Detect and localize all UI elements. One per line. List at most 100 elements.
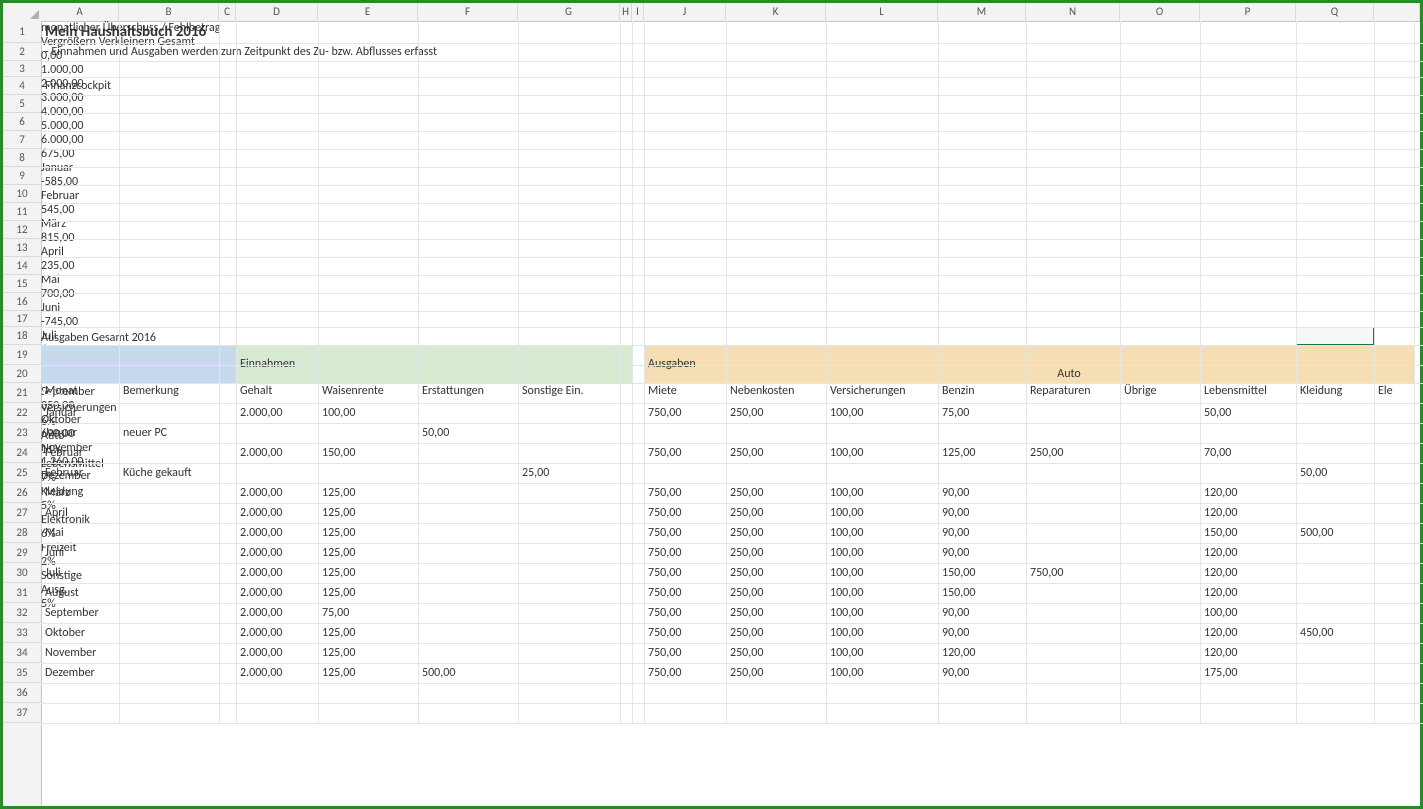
table-cell[interactable]: 90,00 (938, 523, 1026, 543)
table-cell[interactable]: 2.000,00 (236, 503, 318, 523)
table-cell[interactable]: 2.000,00 (236, 483, 318, 503)
table-cell[interactable]: 125,00 (318, 663, 418, 683)
table-cell[interactable]: 125,00 (318, 643, 418, 663)
table-cell[interactable]: Juni (41, 543, 119, 563)
table-cell[interactable]: Januar (41, 403, 119, 423)
col-header-N[interactable]: N (1026, 3, 1120, 21)
table-cell[interactable]: 100,00 (826, 603, 938, 623)
table-cell[interactable]: 150,00 (318, 443, 418, 463)
row-header-15[interactable]: 15 (3, 275, 41, 293)
table-header-monat[interactable]: Monat (41, 383, 119, 403)
table-cell[interactable]: 2.000,00 (236, 583, 318, 603)
table-cell[interactable]: 2.000,00 (236, 603, 318, 623)
table-cell[interactable]: 90,00 (938, 623, 1026, 643)
table-cell[interactable]: 120,00 (1200, 623, 1296, 643)
row-header-18[interactable]: 18 (3, 327, 41, 345)
col-header-A[interactable]: A (41, 3, 119, 21)
table-cell[interactable]: 250,00 (726, 623, 826, 643)
table-cell[interactable]: 2.000,00 (236, 643, 318, 663)
row-header-4[interactable]: 4 (3, 77, 41, 95)
table-cell[interactable]: 100,00 (826, 443, 938, 463)
table-cell[interactable]: 250,00 (726, 403, 826, 423)
table-cell[interactable]: 100,00 (826, 543, 938, 563)
table-cell[interactable]: 2.000,00 (236, 523, 318, 543)
table-cell[interactable]: 100,00 (1200, 603, 1296, 623)
col-header-E[interactable]: E (318, 3, 418, 21)
table-cell[interactable]: 250,00 (726, 583, 826, 603)
table-cell[interactable]: Februar (41, 443, 119, 463)
table-cell[interactable]: 25,00 (518, 463, 620, 483)
table-cell[interactable]: 750,00 (644, 663, 726, 683)
table-cell[interactable]: 125,00 (318, 483, 418, 503)
table-header-gehalt[interactable]: Gehalt (236, 383, 318, 403)
table-cell[interactable]: 2.000,00 (236, 543, 318, 563)
table-cell[interactable]: Dezember (41, 663, 119, 683)
row-header-20[interactable]: 20 (3, 365, 41, 383)
table-cell[interactable]: 250,00 (726, 483, 826, 503)
table-cell[interactable]: 750,00 (644, 563, 726, 583)
row-header-30[interactable]: 30 (3, 563, 41, 583)
table-cell[interactable]: 750,00 (644, 623, 726, 643)
table-cell[interactable]: 120,00 (1200, 583, 1296, 603)
col-header-M[interactable]: M (938, 3, 1026, 21)
table-cell[interactable]: 50,00 (1200, 403, 1296, 423)
table-cell[interactable]: 450,00 (1296, 623, 1374, 643)
table-cell[interactable]: Oktober (41, 623, 119, 643)
table-cell[interactable]: 750,00 (644, 523, 726, 543)
table-cell[interactable]: 250,00 (1026, 443, 1120, 463)
table-cell[interactable]: 100,00 (826, 623, 938, 643)
row-header-19[interactable]: 19 (3, 345, 41, 365)
table-header-versicherungen[interactable]: Versicherungen (826, 383, 938, 403)
table-cell[interactable]: 250,00 (726, 443, 826, 463)
row-header-22[interactable]: 22 (3, 403, 41, 423)
table-header-lebensmittel[interactable]: Lebensmittel (1200, 383, 1296, 403)
table-cell[interactable]: 100,00 (318, 403, 418, 423)
table-cell[interactable]: 90,00 (938, 603, 1026, 623)
row-header-24[interactable]: 24 (3, 443, 41, 463)
table-cell[interactable]: 125,00 (318, 583, 418, 603)
row-header-6[interactable]: 6 (3, 113, 41, 131)
table-cell[interactable]: 250,00 (726, 523, 826, 543)
row-header-26[interactable]: 26 (3, 483, 41, 503)
col-header-C[interactable]: C (219, 3, 236, 21)
table-cell[interactable]: Mai (41, 523, 119, 543)
table-cell[interactable]: 750,00 (644, 603, 726, 623)
table-cell[interactable]: November (41, 643, 119, 663)
table-cell[interactable]: 750,00 (644, 583, 726, 603)
table-cell[interactable]: 125,00 (318, 523, 418, 543)
row-header-11[interactable]: 11 (3, 203, 41, 221)
table-cell[interactable]: August (41, 583, 119, 603)
table-header-benzin[interactable]: Benzin (938, 383, 1026, 403)
row-header-27[interactable]: 27 (3, 503, 41, 523)
row-header-23[interactable]: 23 (3, 423, 41, 443)
table-cell[interactable]: 90,00 (938, 503, 1026, 523)
col-header-F[interactable]: F (418, 3, 518, 21)
row-header-17[interactable]: 17 (3, 311, 41, 327)
table-cell[interactable]: 750,00 (644, 503, 726, 523)
table-cell[interactable]: März (41, 483, 119, 503)
col-header-H[interactable]: H (620, 3, 632, 21)
row-header-34[interactable]: 34 (3, 643, 41, 663)
table-cell[interactable]: April (41, 503, 119, 523)
table-cell[interactable]: 125,00 (318, 503, 418, 523)
table-cell[interactable]: 2.000,00 (236, 563, 318, 583)
table-cell[interactable]: 90,00 (938, 483, 1026, 503)
table-cell[interactable]: 250,00 (726, 663, 826, 683)
spreadsheet-grid[interactable]: ABCDEFGHIJKLMNOPQ 1234567891011121314151… (3, 3, 1420, 806)
col-header-D[interactable]: D (236, 3, 318, 21)
table-cell[interactable]: 175,00 (1200, 663, 1296, 683)
table-cell[interactable]: 750,00 (644, 483, 726, 503)
table-header-sonstige-ein-[interactable]: Sonstige Ein. (518, 383, 620, 403)
worksheet-area[interactable]: Mein Haushaltsbuch 2016 - Einnahmen und … (41, 21, 1420, 806)
col-header-B[interactable]: B (119, 3, 219, 21)
table-cell[interactable]: 150,00 (1200, 523, 1296, 543)
table-cell[interactable]: 70,00 (1200, 443, 1296, 463)
table-cell[interactable]: 50,00 (1296, 463, 1374, 483)
row-header-2[interactable]: 2 (3, 43, 41, 61)
table-cell[interactable]: Küche gekauft (119, 463, 236, 483)
table-cell[interactable]: 750,00 (644, 643, 726, 663)
table-cell[interactable]: 50,00 (418, 423, 518, 443)
row-header-35[interactable]: 35 (3, 663, 41, 683)
table-cell[interactable]: 90,00 (938, 543, 1026, 563)
row-header-3[interactable]: 3 (3, 61, 41, 77)
